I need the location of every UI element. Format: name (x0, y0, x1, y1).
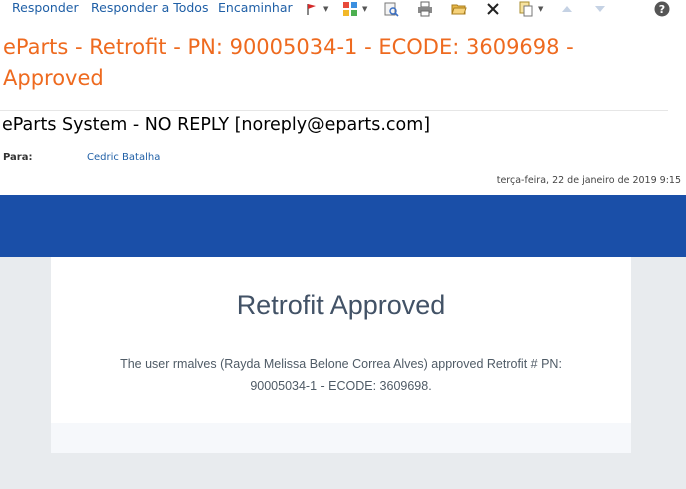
email-title: Retrofit Approved (236, 290, 446, 320)
reply-button[interactable]: Responder (12, 0, 79, 15)
move-icon[interactable] (518, 1, 534, 17)
print-preview-icon[interactable] (383, 1, 399, 17)
email-banner (0, 195, 686, 257)
recipient-link[interactable]: Cedric Batalha (87, 152, 160, 163)
previous-icon[interactable] (559, 1, 575, 17)
categorize-dropdown-icon[interactable]: ▼ (362, 5, 367, 13)
email-card: Retrofit Approved The user rmalves (Rayd… (51, 257, 631, 453)
print-icon[interactable] (417, 1, 433, 17)
flag-icon[interactable] (304, 1, 320, 17)
move-dropdown-icon[interactable]: ▼ (538, 5, 543, 13)
email-text: The user rmalves (Rayda Melissa Belone C… (120, 357, 562, 393)
forward-button[interactable]: Encaminhar (218, 0, 293, 15)
to-label: Para: (3, 152, 33, 163)
flag-dropdown-icon[interactable]: ▼ (323, 5, 328, 13)
message-sender: eParts System - NO REPLY [noreply@eparts… (2, 115, 431, 135)
reply-all-button[interactable]: Responder a Todos (91, 0, 208, 15)
message-subject: eParts - Retrofit - PN: 90005034-1 - ECO… (3, 35, 574, 90)
delete-icon[interactable] (485, 1, 501, 17)
toolbar: Responder Responder a Todos Encaminhar ▼… (0, 0, 686, 20)
header-divider (0, 110, 668, 111)
open-folder-icon[interactable] (451, 1, 467, 17)
message-datetime: terça-feira, 22 de janeiro de 2019 9:15 (496, 175, 681, 186)
svg-text:?: ? (659, 3, 665, 16)
next-icon[interactable] (592, 1, 608, 17)
card-footer-band (51, 423, 631, 453)
categorize-icon[interactable] (342, 1, 358, 17)
help-icon[interactable]: ? (654, 1, 670, 17)
